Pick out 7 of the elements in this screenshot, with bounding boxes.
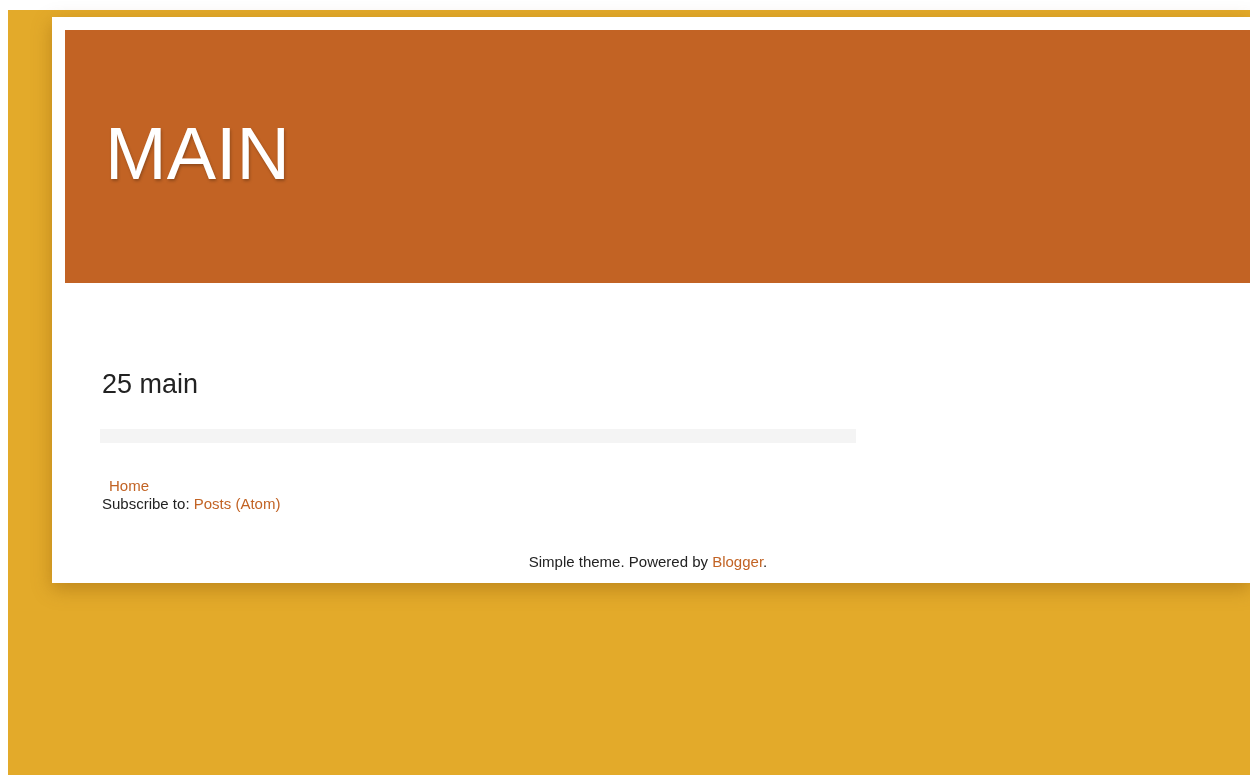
posts-atom-link[interactable]: Posts (Atom) bbox=[193, 495, 281, 512]
post-title: 25 main bbox=[102, 368, 199, 400]
blogger-link[interactable]: Blogger bbox=[712, 553, 764, 570]
blog-title: MAIN bbox=[105, 112, 290, 196]
footer-text: Simple theme. Powered by Blogger. bbox=[528, 553, 768, 570]
subscribe-text: Subscribe to: Posts (Atom) bbox=[102, 495, 281, 513]
home-link[interactable]: Home bbox=[109, 477, 149, 494]
